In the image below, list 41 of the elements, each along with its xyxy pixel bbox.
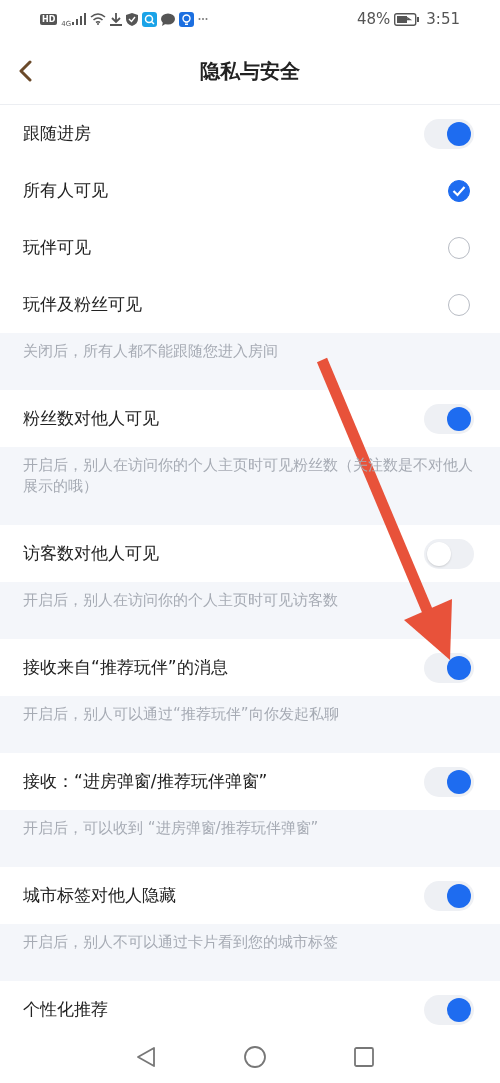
setting-label: 玩伴可见 <box>23 236 91 259</box>
toggle-switch[interactable] <box>424 766 474 797</box>
signal-icon <box>72 13 87 25</box>
setting-label: 接收来自“推荐玩伴”的消息 <box>23 656 228 679</box>
battery-charging-icon <box>394 12 421 26</box>
search-icon <box>142 11 158 27</box>
clock-time: 3:51 <box>426 10 460 28</box>
download-icon <box>110 12 123 26</box>
hd-badge: HD <box>40 13 58 25</box>
toggle-switch[interactable] <box>424 403 474 434</box>
radio-button[interactable] <box>448 179 470 202</box>
toggle-switch[interactable] <box>424 118 474 149</box>
check-icon <box>452 184 466 197</box>
setting-label: 玩伴及粉丝可见 <box>23 293 142 316</box>
setting-label: 粉丝数对他人可见 <box>23 407 159 430</box>
toggle-switch[interactable] <box>424 994 474 1025</box>
setting-description: 关闭后，所有人都不能跟随您进入房间 <box>23 341 279 362</box>
wifi-icon <box>90 13 107 25</box>
toggle-switch[interactable] <box>424 652 474 683</box>
more-icon <box>198 17 209 21</box>
back-icon <box>18 60 32 82</box>
shield-icon <box>126 12 139 26</box>
chat-bubble-icon <box>161 12 176 26</box>
setting-description: 开启后，别人不可以通过卡片看到您的城市标签 <box>23 932 339 953</box>
setting-label: 城市标签对他人隐藏 <box>23 884 176 907</box>
setting-description: 开启后，别人在访问你的个人主页时可见访客数 <box>23 590 339 611</box>
setting-label: 个性化推荐 <box>23 998 108 1021</box>
setting-label: 接收：“进房弹窗/推荐玩伴弹窗” <box>23 770 268 793</box>
lightbulb-icon <box>179 11 195 27</box>
setting-label: 所有人可见 <box>23 179 108 202</box>
home-circle-icon[interactable] <box>244 1046 266 1068</box>
battery-percent: 48% <box>356 10 391 28</box>
recents-square-icon[interactable] <box>354 1047 374 1067</box>
back-triangle-icon[interactable] <box>136 1046 156 1068</box>
setting-description: 开启后，别人可以通过“推荐玩伴”向你发起私聊 <box>23 704 340 725</box>
toggle-switch[interactable] <box>424 880 474 911</box>
setting-label: 访客数对他人可见 <box>23 542 159 565</box>
toggle-switch[interactable] <box>424 538 474 569</box>
setting-label: 跟随进房 <box>23 122 91 145</box>
setting-description: 开启后，可以收到 “进房弹窗/推荐玩伴弹窗” <box>23 818 320 839</box>
page-title: 隐私与安全 <box>200 57 300 85</box>
